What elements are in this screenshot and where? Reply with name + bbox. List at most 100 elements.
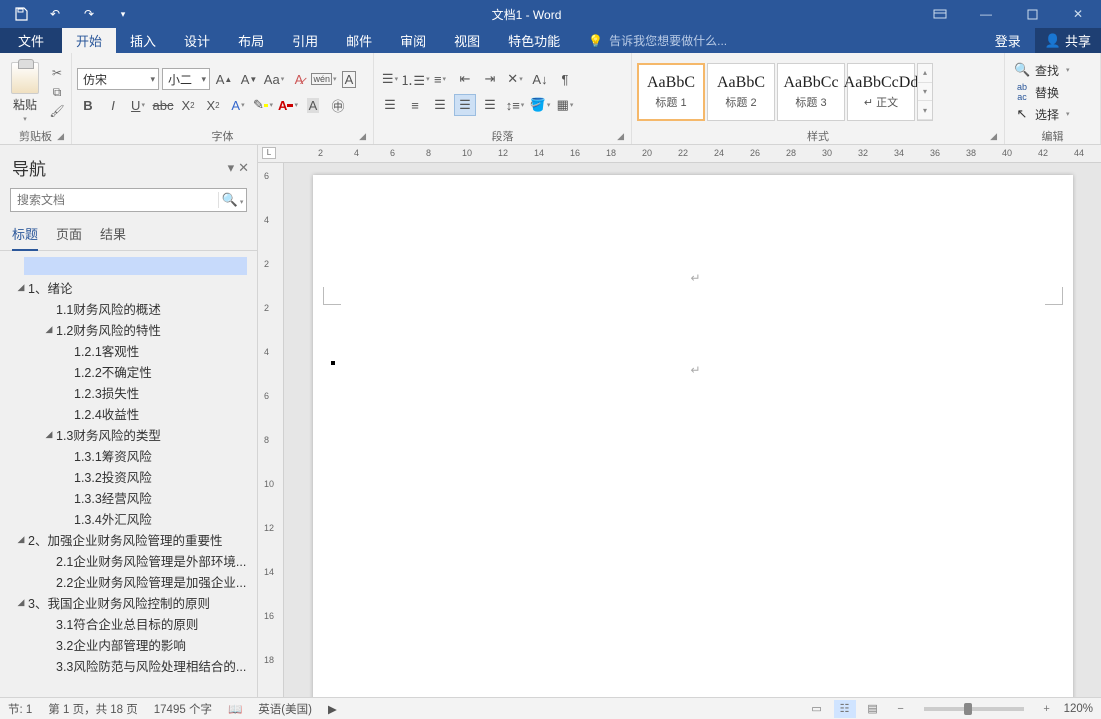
view-read-icon[interactable]: ▭ xyxy=(806,700,828,718)
line-spacing-icon[interactable]: ↕≡ xyxy=(504,94,526,116)
launcher-icon[interactable]: ◢ xyxy=(359,131,366,142)
close-icon[interactable]: ✕ xyxy=(1055,0,1101,28)
distributed-icon[interactable]: ☰ xyxy=(479,94,501,116)
tree-item[interactable]: ◢1.2财务风险的特性 xyxy=(4,319,253,340)
twisty-icon[interactable]: ◢ xyxy=(14,597,28,608)
status-language[interactable]: 英语(美国) xyxy=(258,701,312,717)
font-family-combo[interactable]: 仿宋 xyxy=(77,68,159,90)
launcher-icon[interactable]: ◢ xyxy=(617,131,624,142)
status-page[interactable]: 第 1 页，共 18 页 xyxy=(48,701,137,717)
tree-item[interactable]: ◢1、绪论 xyxy=(4,277,253,298)
search-icon[interactable]: 🔍 xyxy=(218,192,246,208)
tree-item[interactable]: 1.3.3经营风险 xyxy=(4,487,253,508)
subscript-icon[interactable]: X2 xyxy=(177,94,199,116)
pin-icon[interactable]: ▾ xyxy=(228,160,235,176)
tab-selector-icon[interactable]: L xyxy=(262,147,276,159)
copy-icon[interactable]: ⧉ xyxy=(48,84,66,100)
expand-gallery-icon[interactable]: ▾ xyxy=(918,101,932,120)
tree-item[interactable]: 1.3.2投资风险 xyxy=(4,466,253,487)
select-button[interactable]: ↖选择▾ xyxy=(1010,104,1074,125)
bullets-icon[interactable]: ☰ xyxy=(379,68,401,90)
ribbon-display-icon[interactable] xyxy=(917,0,963,28)
twisty-icon[interactable]: ◢ xyxy=(14,534,28,545)
launcher-icon[interactable]: ◢ xyxy=(57,131,64,142)
tab-special[interactable]: 特色功能 xyxy=(494,28,574,53)
multilevel-icon[interactable]: ≡ xyxy=(429,68,451,90)
font-color-icon[interactable]: A xyxy=(277,94,299,116)
tree-item[interactable]: 1.3.4外汇风险 xyxy=(4,508,253,529)
ruler-vertical[interactable]: 64224681012141618 xyxy=(258,163,284,697)
align-center-icon[interactable]: ≡ xyxy=(404,94,426,116)
twisty-icon[interactable]: ◢ xyxy=(14,282,28,293)
slider-thumb[interactable] xyxy=(964,703,972,715)
italic-icon[interactable]: I xyxy=(102,94,124,116)
style-item[interactable]: AaBbCc标题 3 xyxy=(777,63,845,121)
char-shading-icon[interactable]: A xyxy=(302,94,324,116)
justify-icon[interactable]: ☰ xyxy=(454,94,476,116)
launcher-icon[interactable]: ◢ xyxy=(990,131,997,142)
tree-item[interactable]: ◢1.3财务风险的类型 xyxy=(4,424,253,445)
shrink-font-icon[interactable]: A▼ xyxy=(238,68,260,90)
nav-tree[interactable]: ◢1、绪论1.1财务风险的概述◢1.2财务风险的特性1.2.1客观性1.2.2不… xyxy=(0,251,257,697)
format-painter-icon[interactable]: 🖌 xyxy=(48,103,66,119)
nav-tab-headings[interactable]: 标题 xyxy=(12,224,38,251)
tree-item[interactable]: 3.2企业内部管理的影响 xyxy=(4,634,253,655)
tree-item[interactable]: 1.2.3损失性 xyxy=(4,382,253,403)
tab-references[interactable]: 引用 xyxy=(278,28,332,53)
tree-item[interactable]: ◢2、加强企业财务风险管理的重要性 xyxy=(4,529,253,550)
tree-item[interactable]: 1.1财务风险的概述 xyxy=(4,298,253,319)
tree-item[interactable]: 3.3风险防范与风险处理相结合的... xyxy=(4,655,253,676)
tab-home[interactable]: 开始 xyxy=(62,28,116,53)
change-case-icon[interactable]: Aa xyxy=(263,68,285,90)
font-size-combo[interactable]: 小二 xyxy=(162,68,210,90)
clear-format-icon[interactable]: A̷ xyxy=(288,68,310,90)
text-effects-icon[interactable]: A xyxy=(227,94,249,116)
tree-item[interactable]: ◢3、我国企业财务风险控制的原则 xyxy=(4,592,253,613)
underline-icon[interactable]: U xyxy=(127,94,149,116)
view-web-icon[interactable]: ▤ xyxy=(862,700,884,718)
cut-icon[interactable]: ✂ xyxy=(48,65,66,81)
undo-icon[interactable]: ↶ xyxy=(42,3,68,25)
save-icon[interactable] xyxy=(8,3,34,25)
tree-item-selected[interactable] xyxy=(24,257,247,275)
increase-indent-icon[interactable]: ⇥ xyxy=(479,68,501,90)
asian-layout-icon[interactable]: ✕ xyxy=(504,68,526,90)
style-item[interactable]: AaBbCcDd↵ 正文 xyxy=(847,63,915,121)
tree-item[interactable]: 1.3.1筹资风险 xyxy=(4,445,253,466)
tab-mailings[interactable]: 邮件 xyxy=(332,28,386,53)
login-button[interactable]: 登录 xyxy=(981,28,1035,53)
twisty-icon[interactable]: ◢ xyxy=(42,429,56,440)
tab-file[interactable]: 文件 xyxy=(0,28,62,53)
page[interactable]: ↵ ↵ xyxy=(313,175,1073,697)
styles-scroll[interactable]: ▴▾▾ xyxy=(917,63,933,121)
paste-button[interactable]: 粘贴 ▾ xyxy=(5,62,45,123)
zoom-slider[interactable] xyxy=(924,707,1024,711)
spellcheck-icon[interactable]: 📖 xyxy=(228,702,242,716)
shading-icon[interactable]: 🪣 xyxy=(529,94,551,116)
maximize-icon[interactable] xyxy=(1009,0,1055,28)
tree-item[interactable]: 1.2.1客观性 xyxy=(4,340,253,361)
grow-font-icon[interactable]: A▲ xyxy=(213,68,235,90)
highlight-icon[interactable]: ✎ xyxy=(252,94,274,116)
search-input[interactable] xyxy=(11,193,218,207)
zoom-level[interactable]: 120% xyxy=(1064,703,1093,715)
share-button[interactable]: 👤共享 xyxy=(1035,28,1101,53)
qat-dropdown-icon[interactable]: ▾ xyxy=(110,3,136,25)
decrease-indent-icon[interactable]: ⇤ xyxy=(454,68,476,90)
tab-insert[interactable]: 插入 xyxy=(116,28,170,53)
tree-item[interactable]: 1.2.2不确定性 xyxy=(4,361,253,382)
tell-me[interactable]: 💡告诉我您想要做什么... xyxy=(574,28,727,53)
replace-button[interactable]: abac替换 xyxy=(1010,82,1074,103)
status-section[interactable]: 节: 1 xyxy=(8,701,32,717)
nav-search[interactable]: 🔍 xyxy=(10,188,247,212)
minimize-icon[interactable]: — xyxy=(963,0,1009,28)
style-item[interactable]: AaBbC标题 2 xyxy=(707,63,775,121)
redo-icon[interactable]: ↷ xyxy=(76,3,102,25)
find-button[interactable]: 🔍查找▾ xyxy=(1010,60,1074,81)
tab-design[interactable]: 设计 xyxy=(170,28,224,53)
sort-icon[interactable]: A↓ xyxy=(529,68,551,90)
strikethrough-icon[interactable]: abc xyxy=(152,94,174,116)
align-left-icon[interactable]: ☰ xyxy=(379,94,401,116)
show-marks-icon[interactable]: ¶ xyxy=(554,68,576,90)
zoom-in-icon[interactable]: + xyxy=(1036,700,1058,718)
